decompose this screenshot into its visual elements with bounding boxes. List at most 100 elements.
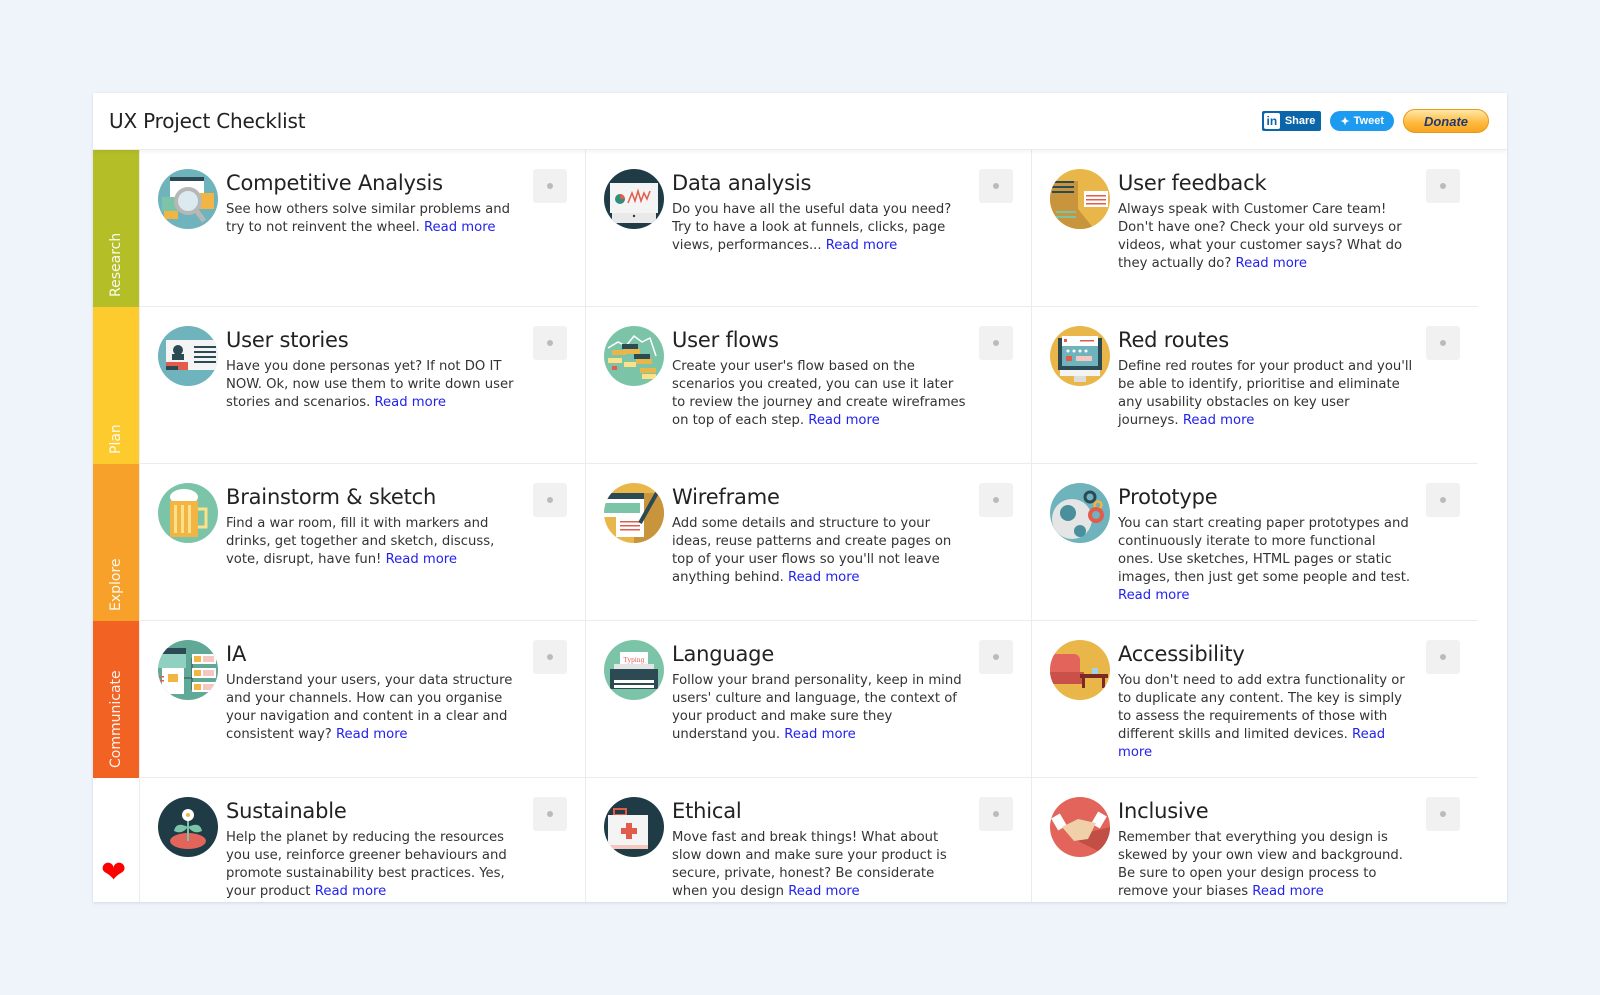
read-more-link[interactable]: Read more [336,727,408,742]
header: UX Project Checklist in Share ✦ Tweet Do… [93,93,1507,150]
card-description-text: You can start creating paper prototypes … [1118,516,1411,585]
card-title: Red routes [1118,328,1229,352]
card-title: Ethical [672,799,742,823]
phase-label: Explore [108,558,124,611]
checklist-card: Competitive Analysis See how others solv… [140,150,586,307]
card-checkbox[interactable] [1426,797,1460,831]
card-content: User flows Create your user's flow based… [672,326,968,463]
card-description: Understand your users, your data structu… [226,672,522,744]
donate-button[interactable]: Donate [1403,109,1489,133]
card-title: Prototype [1118,485,1218,509]
read-more-link[interactable]: Read more [424,220,496,235]
card-description-text: Have you done personas yet? If not DO IT… [226,359,514,410]
beer-mug-icon [158,483,218,543]
read-more-link[interactable]: Read more [374,395,446,410]
checklist-card: Red routes Define red routes for your pr… [1032,307,1478,464]
card-title: IA [226,642,247,666]
card-description: Always speak with Customer Care team! Do… [1118,201,1414,273]
monitor-page-icon [1050,326,1110,386]
card-checkbox[interactable] [979,797,1013,831]
card-title: Inclusive [1118,799,1209,823]
card-description: Have you done personas yet? If not DO IT… [226,358,522,412]
flow-chart-icon [604,326,664,386]
social-buttons: in Share ✦ Tweet Donate [1261,109,1489,133]
card-content: Prototype You can start creating paper p… [1118,483,1414,620]
card-title: Accessibility [1118,642,1245,666]
read-more-link[interactable]: Read more [784,727,856,742]
app-title: UX Project Checklist [109,109,306,133]
card-description: See how others solve similar problems an… [226,201,522,237]
linkedin-share-button[interactable]: in Share [1261,111,1322,131]
card-checkbox[interactable] [979,169,1013,203]
read-more-link[interactable]: Read more [1236,256,1308,271]
card-checkbox[interactable] [979,326,1013,360]
card-checkbox[interactable] [533,483,567,517]
read-more-link[interactable]: Read more [826,238,898,253]
checklist-card: Brainstorm & sketch Find a war room, fil… [140,464,586,621]
persona-card-icon [158,326,218,386]
sitemap-icon [158,640,218,700]
card-title: Brainstorm & sketch [226,485,437,509]
twitter-tweet-button[interactable]: ✦ Tweet [1330,111,1394,131]
card-description: Define red routes for your product and y… [1118,358,1414,430]
read-more-link[interactable]: Read more [1183,413,1255,428]
read-more-link[interactable]: Read more [788,884,860,899]
card-title: User stories [226,328,349,352]
checklist-card: IA Understand your users, your data stru… [140,621,586,778]
card-content: Competitive Analysis See how others solv… [226,169,522,306]
card-title: User feedback [1118,171,1267,195]
card-checkbox[interactable] [1426,326,1460,360]
checklist-body: Research Plan Explore Communicate ❤ Comp… [93,150,1507,902]
read-more-link[interactable]: Read more [386,552,458,567]
card-checkbox[interactable] [979,640,1013,674]
svg-text:Typing: Typing [624,657,645,664]
phase-rail: Research Plan Explore Communicate ❤ [93,150,139,902]
magnifier-screens-icon [158,169,218,229]
card-title: Wireframe [672,485,780,509]
card-description: Create your user's flow based on the sce… [672,358,968,430]
checklist-card: Prototype You can start creating paper p… [1032,464,1478,621]
card-description: Follow your brand personality, keep in m… [672,672,968,744]
armchair-icon [1050,640,1110,700]
checklist-card: Wireframe Add some details and structure… [586,464,1032,621]
card-checkbox[interactable] [533,326,567,360]
read-more-link[interactable]: Read more [788,570,860,585]
card-checkbox[interactable] [533,169,567,203]
card-content: Ethical Move fast and break things! What… [672,797,968,902]
checklist-card: User stories Have you done personas yet?… [140,307,586,464]
card-content: Data analysis Do you have all the useful… [672,169,968,306]
card-checkbox[interactable] [1426,483,1460,517]
card-title: Competitive Analysis [226,171,443,195]
twitter-bird-icon: ✦ [1340,115,1350,128]
linkedin-icon: in [1263,113,1280,129]
card-content: Sustainable Help the planet by reducing … [226,797,522,902]
phase-communicate: Communicate [93,621,139,778]
card-checkbox[interactable] [979,483,1013,517]
checklist-card: User feedback Always speak with Customer… [1032,150,1478,307]
card-description: Remember that everything you design is s… [1118,829,1414,901]
card-title: Data analysis [672,171,812,195]
card-description: You can start creating paper prototypes … [1118,515,1414,605]
flower-pot-icon [158,797,218,857]
card-checkbox[interactable] [1426,169,1460,203]
read-more-link[interactable]: Read more [808,413,880,428]
card-description-text: Define red routes for your product and y… [1118,359,1413,428]
card-description: Add some details and structure to your i… [672,515,968,587]
gears-icon [1050,483,1110,543]
card-content: Red routes Define red routes for your pr… [1118,326,1414,463]
speech-bubbles-icon [1050,169,1110,229]
wireframe-pen-icon [604,483,664,543]
checklist-card: Data analysis Do you have all the useful… [586,150,1032,307]
linkedin-share-label: Share [1284,115,1316,127]
card-checkbox[interactable] [533,640,567,674]
phase-label: Plan [108,424,124,454]
card-checkbox[interactable] [533,797,567,831]
card-checkbox[interactable] [1426,640,1460,674]
read-more-link[interactable]: Read more [1252,884,1324,899]
card-description: Do you have all the useful data you need… [672,201,968,255]
heart-icon: ❤ [101,855,127,890]
read-more-link[interactable]: Read more [315,884,387,899]
read-more-link[interactable]: Read more [1118,588,1190,603]
first-aid-kit-icon [604,797,664,857]
checklist-card: Typing Language Follow your brand person… [586,621,1032,778]
